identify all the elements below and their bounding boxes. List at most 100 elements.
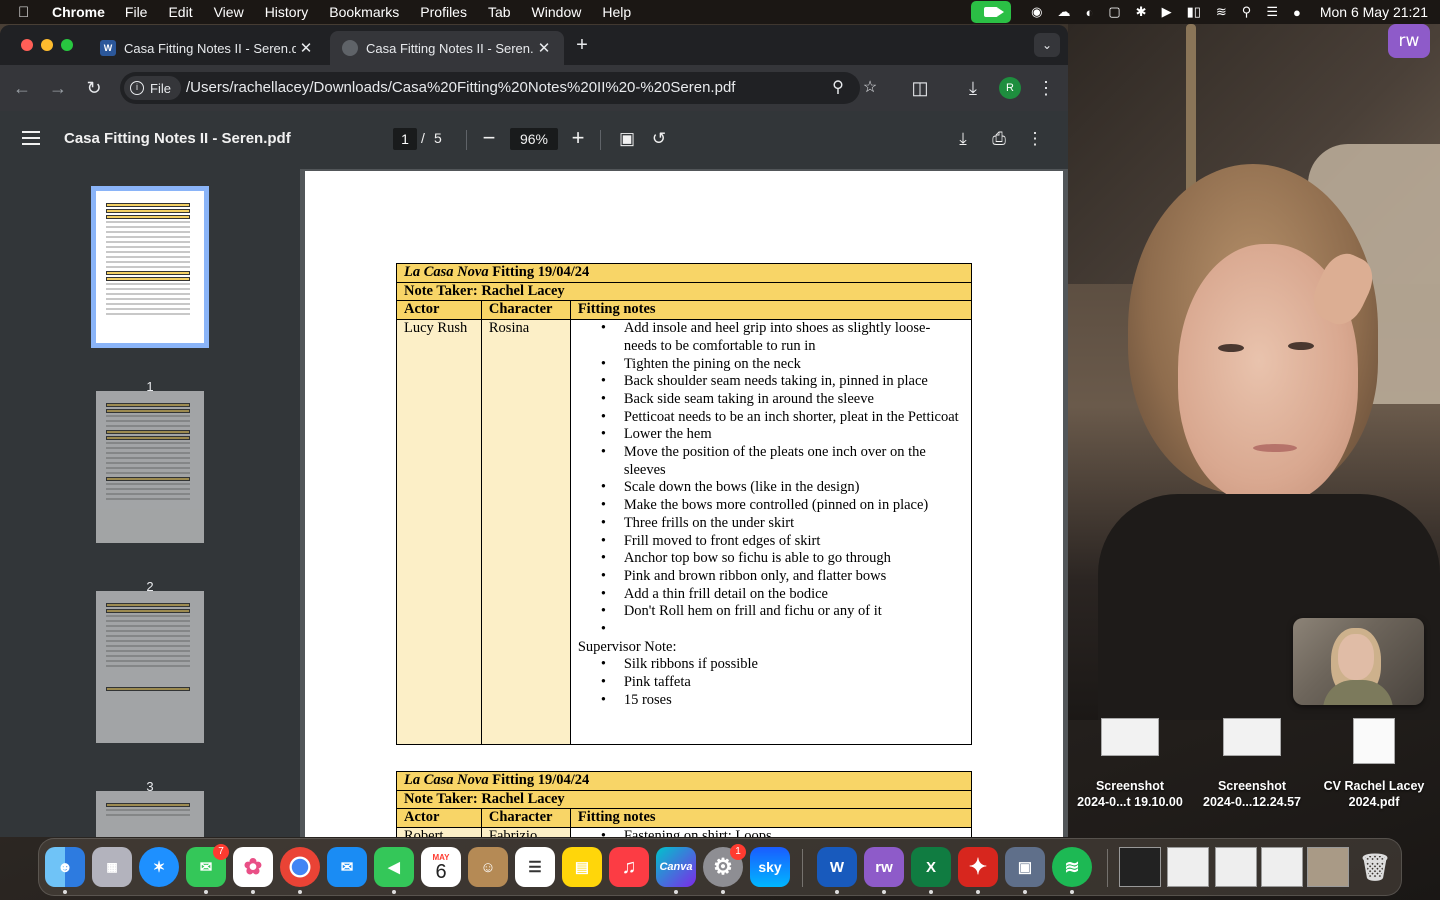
acrobat-icon[interactable]: ✦	[958, 847, 998, 887]
minimize-window-button[interactable]	[41, 39, 53, 51]
extensions-puzzle-icon[interactable]: ◫	[908, 76, 932, 100]
site-info-chip[interactable]: i File	[124, 76, 181, 100]
minimized-window-5[interactable]	[1307, 847, 1349, 887]
mail-icon[interactable]: ✉	[327, 847, 367, 887]
fullscreen-window-button[interactable]	[61, 39, 73, 51]
bluetooth-icon[interactable]: ✱	[1136, 4, 1147, 20]
word-icon[interactable]: W	[817, 847, 857, 887]
menu-history[interactable]: History	[265, 4, 309, 20]
more-options-kebab-icon[interactable]: ⋮	[1024, 127, 1046, 151]
zoom-out-button[interactable]: −	[478, 125, 500, 151]
facetime-self-view[interactable]	[1293, 618, 1424, 705]
menu-window[interactable]: Window	[532, 4, 582, 20]
wifi-icon[interactable]: ≋	[1216, 4, 1227, 20]
desktop-file-screenshot-1[interactable]: Screenshot 2024-0...t 19.10.00	[1068, 718, 1192, 810]
bookmark-star-icon[interactable]: ☆	[858, 76, 882, 100]
download-icon[interactable]: ⤓	[952, 127, 974, 151]
notes-app-icon[interactable]: ▤	[562, 847, 602, 887]
preview-icon[interactable]: ▣	[1005, 847, 1045, 887]
close-tab-icon[interactable]: ✕	[296, 39, 316, 57]
notes-icon[interactable]: ▢	[1108, 4, 1120, 20]
note-item: Tighten the pining on the neck	[578, 356, 964, 374]
facetime-status-icon[interactable]	[971, 1, 1012, 23]
menu-bookmarks[interactable]: Bookmarks	[329, 4, 399, 20]
fit-to-page-icon[interactable]: ▣	[616, 127, 638, 151]
desktop-file-screenshot-2[interactable]: Screenshot 2024-0...12.24.57	[1190, 718, 1314, 810]
reminders-icon[interactable]: ☰	[515, 847, 555, 887]
apple-menu-icon[interactable]: 	[18, 4, 38, 21]
close-window-button[interactable]	[21, 39, 33, 51]
print-icon[interactable]: ⎙	[988, 127, 1010, 151]
tab-search-chevron-icon[interactable]: ⌄	[1034, 33, 1060, 57]
page-thumbnail-1[interactable]	[91, 186, 209, 348]
cloud-sync-icon[interactable]: ☁	[1058, 4, 1071, 20]
close-tab-icon[interactable]: ✕	[534, 39, 554, 57]
pdf-toolbar: Casa Fitting Notes II - Seren.pdf 1 / 5 …	[0, 111, 1068, 169]
vpn-icon[interactable]: ◐	[1086, 5, 1094, 20]
page-thumbnail-4[interactable]	[96, 791, 204, 837]
menu-file[interactable]: File	[125, 4, 148, 20]
menu-edit[interactable]: Edit	[168, 4, 192, 20]
sidebar-toggle-menu-icon[interactable]	[22, 131, 40, 145]
minimized-window-4[interactable]	[1261, 847, 1303, 887]
excel-icon[interactable]: X	[911, 847, 951, 887]
rw-app-icon[interactable]: rw	[864, 847, 904, 887]
music-icon[interactable]: ♫	[609, 847, 649, 887]
contacts-icon[interactable]: ☺	[468, 847, 508, 887]
forward-arrow-icon[interactable]: →	[46, 76, 70, 100]
safari-icon[interactable]: ✶	[139, 847, 179, 887]
fitting-notes-cell: Add insole and heel grip into shoes as s…	[569, 319, 973, 746]
play-icon[interactable]: ▶	[1162, 4, 1172, 20]
canva-icon[interactable]: Canva	[656, 847, 696, 887]
launchpad-icon[interactable]: ▦	[92, 847, 132, 887]
minimized-window-3[interactable]	[1215, 847, 1257, 887]
page-thumbnail-3[interactable]	[96, 591, 204, 743]
profile-avatar[interactable]: R	[999, 77, 1021, 99]
url-text[interactable]: /Users/rachellacey/Downloads/Casa%20Fitt…	[186, 72, 735, 104]
downloads-icon[interactable]: ⤓	[961, 76, 985, 100]
siri-icon[interactable]: ●	[1293, 5, 1301, 20]
minimized-window-2[interactable]	[1167, 847, 1209, 887]
calendar-icon[interactable]: MAY 6	[421, 847, 461, 887]
menu-profiles[interactable]: Profiles	[420, 4, 467, 20]
zoom-in-button[interactable]: +	[567, 125, 589, 151]
supervisor-note-item: Pink taffeta	[578, 674, 964, 692]
photos-icon[interactable]: ✿	[233, 847, 273, 887]
menu-help[interactable]: Help	[602, 4, 631, 20]
battery-icon[interactable]: ▮▯	[1187, 4, 1201, 20]
pdf-document-view[interactable]: La Casa Nova Fitting 19/04/24 Note Taker…	[300, 169, 1068, 837]
page-number-input[interactable]: 1	[393, 128, 417, 150]
actor-cell: Lucy Rush	[396, 319, 482, 746]
menu-view[interactable]: View	[214, 4, 244, 20]
tab-pdf-document[interactable]: Casa Fitting Notes II - Seren.p ✕	[330, 31, 564, 65]
trash-icon[interactable]: 🗑	[1355, 847, 1395, 887]
zoom-magnifier-icon[interactable]: ⚲	[826, 76, 850, 100]
spotify-icon[interactable]: ≋	[1052, 847, 1092, 887]
spotlight-search-icon[interactable]: ⚲	[1242, 4, 1252, 20]
menu-app-name[interactable]: Chrome	[52, 4, 105, 20]
address-bar[interactable]: i File /Users/rachellacey/Downloads/Casa…	[120, 72, 877, 104]
page-thumbnail-2[interactable]	[96, 391, 204, 543]
finder-icon[interactable]: ☻	[45, 847, 85, 887]
chrome-menu-kebab-icon[interactable]: ⋮	[1034, 76, 1058, 100]
facetime-icon[interactable]: ◀	[374, 847, 414, 887]
rw-overlay-button[interactable]: rw	[1388, 24, 1430, 58]
reload-icon[interactable]: ↻	[82, 76, 106, 100]
menubar-clock[interactable]: Mon 6 May 21:21	[1320, 4, 1428, 20]
minimized-window-1[interactable]	[1119, 847, 1161, 887]
tab-word-document[interactable]: W Casa Fitting Notes II - Seren.d ✕	[88, 31, 326, 65]
note-item: Move the position of the pleats one inch…	[578, 444, 964, 479]
col-header-actor: Actor	[396, 808, 482, 829]
col-header-notes: Fitting notes	[569, 300, 973, 321]
menu-tab[interactable]: Tab	[488, 4, 511, 20]
grammarly-icon[interactable]: ◉	[1031, 4, 1042, 20]
sky-go-icon[interactable]: sky	[750, 847, 790, 887]
chrome-icon[interactable]	[280, 847, 320, 887]
zoom-level-input[interactable]: 96%	[510, 128, 558, 150]
file-thumbnail	[1353, 718, 1395, 764]
desktop-file-cv-pdf[interactable]: CV Rachel Lacey 2024.pdf	[1312, 718, 1436, 810]
rotate-icon[interactable]: ↺	[648, 127, 670, 151]
new-tab-button[interactable]: +	[572, 35, 592, 55]
back-arrow-icon[interactable]: ←	[10, 76, 34, 100]
control-center-icon[interactable]: ☰	[1266, 4, 1278, 20]
